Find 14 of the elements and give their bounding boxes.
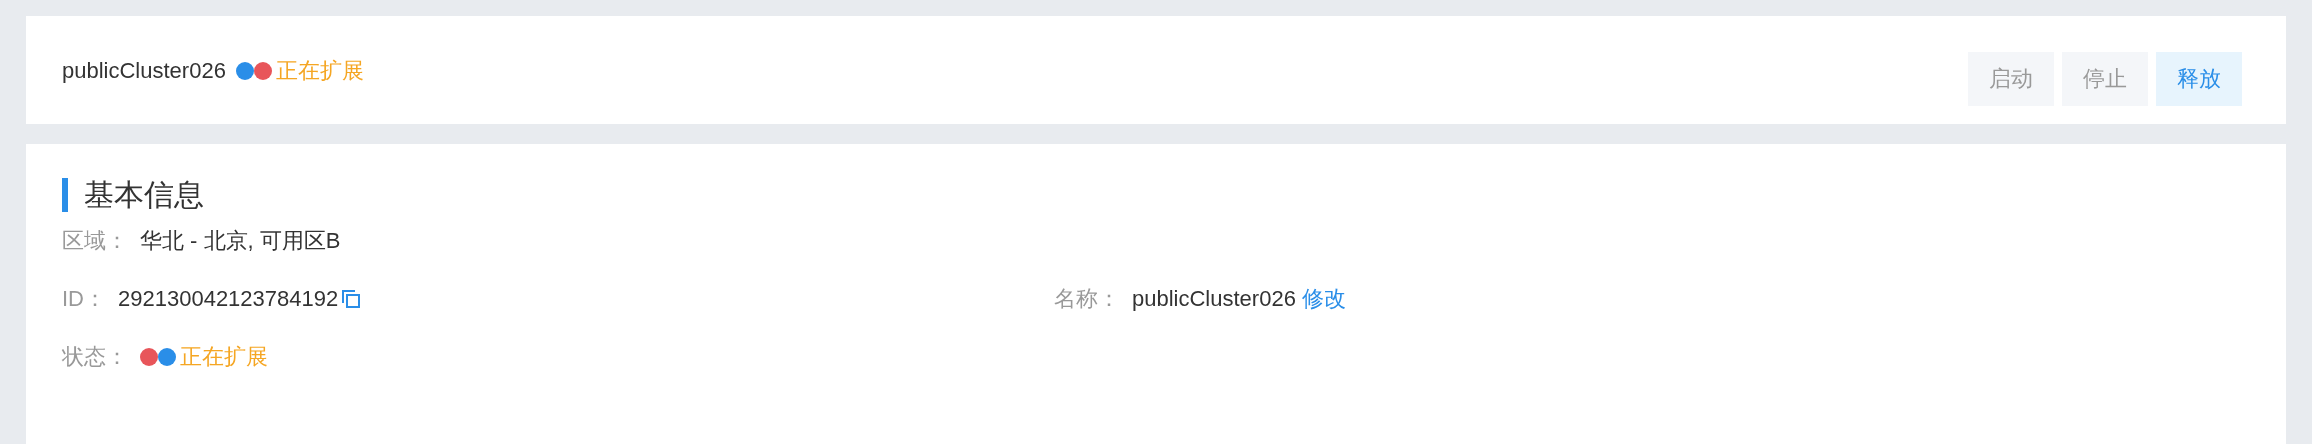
field-label: ID：: [62, 285, 106, 313]
field-value: publicCluster026: [1132, 285, 1296, 313]
field-label: 区域：: [62, 227, 128, 255]
field-value: 292130042123784192: [118, 285, 339, 313]
field-label: 状态：: [62, 343, 128, 371]
section-heading: 基本信息: [62, 178, 2250, 212]
copy-icon[interactable]: [342, 290, 361, 308]
field-value: 华北 - 北京, 可用区B: [140, 227, 341, 255]
cluster-title: publicCluster026: [62, 58, 226, 84]
status-text: 正在扩展: [180, 343, 268, 371]
edit-link[interactable]: 修改: [1301, 282, 1346, 316]
status-text: 正在扩展: [275, 57, 364, 85]
action-button[interactable]: 释放: [2156, 52, 2242, 106]
field-label: 名称：: [1054, 285, 1120, 313]
